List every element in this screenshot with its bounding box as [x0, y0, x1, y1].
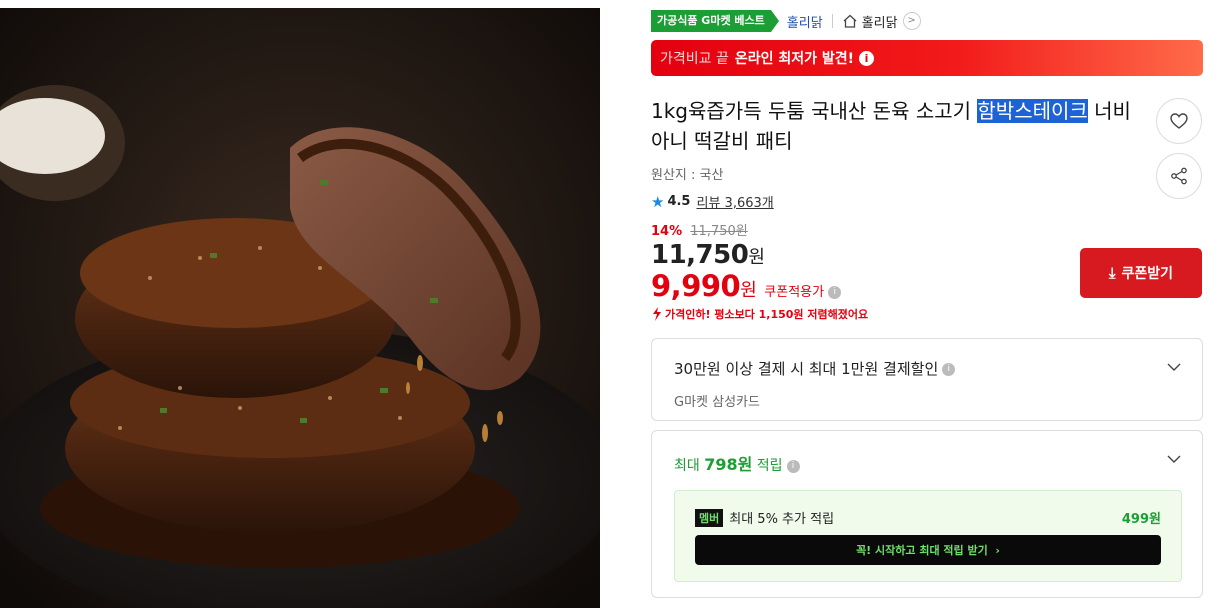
share-icon: [1171, 167, 1187, 185]
info-icon[interactable]: i: [828, 286, 842, 299]
chevron-right-icon[interactable]: >: [902, 12, 921, 30]
share-button[interactable]: [1156, 153, 1202, 199]
points-title: 최대 798원 적립 i: [674, 451, 1180, 475]
shop-link[interactable]: 홀리닭: [862, 12, 898, 31]
review-link[interactable]: 리뷰 3,663개: [696, 192, 773, 211]
promo-headline: 온라인 최저가 발견!: [734, 51, 855, 67]
coupon-note-text: 쿠폰적용가: [764, 285, 825, 300]
coupon-download-button[interactable]: ⤓ 쿠폰받기: [1080, 248, 1202, 298]
product-page: 가공식품 G마켓 베스트 홀리닭 홀리닭 > 가격비교 끝 온라인 최저가 발견…: [0, 0, 1223, 613]
member-points: 499원: [1121, 512, 1161, 527]
home-icon: [843, 14, 857, 28]
review-count: 3,663개: [724, 196, 774, 211]
star-icon: ★: [651, 192, 665, 211]
review-label: 리뷰: [696, 196, 721, 211]
rating-row: ★ 4.5 리뷰 3,663개: [651, 192, 1203, 212]
payment-discount-card[interactable]: 30만원 이상 결제 시 최대 1만원 결제할인 i G마켓 삼성카드: [651, 338, 1203, 421]
points-suffix: 적립: [752, 458, 783, 474]
price-value: 11,750: [651, 240, 749, 270]
member-benefit-text: 최대 5% 추가 적립: [729, 512, 835, 527]
wishlist-button[interactable]: [1156, 98, 1202, 144]
brand-link[interactable]: 홀리닭: [787, 12, 823, 31]
payment-discount-text: 30만원 이상 결제 시 최대 1만원 결제할인: [674, 360, 939, 378]
download-icon: ⤓: [1108, 264, 1116, 282]
chevron-down-icon[interactable]: [1166, 451, 1182, 467]
member-join-button[interactable]: 꼭! 시작하고 최대 적립 받기 ›: [695, 535, 1161, 565]
points-amount: 798원: [704, 455, 753, 474]
info-icon[interactable]: i: [942, 363, 956, 376]
member-benefit-box: 멤버 최대 5% 추가 적립 499원 꼭! 시작하고 최대 적립 받기 ›: [674, 490, 1182, 582]
price-drop-note: 가격인하! 평소보다 1,150원 저렴해졌어요: [651, 306, 1203, 322]
info-icon[interactable]: i: [859, 50, 875, 66]
member-cta-label: 꼭! 시작하고 최대 적립 받기: [856, 544, 988, 557]
heart-icon: [1170, 113, 1188, 129]
points-card: 최대 798원 적립 i 멤버 최대 5% 추가 적립 499원 꼭! 시작하고 …: [651, 430, 1203, 598]
member-badge: 멤버: [695, 508, 724, 527]
member-benefit-line: 멤버 최대 5% 추가 적립: [695, 508, 834, 527]
product-title: 1kg육즙가득 두툼 국내산 돈육 소고기 함박스테이크 너비아니 떡갈비 패티: [651, 96, 1131, 156]
title-highlight: 함박스테이크: [977, 99, 1088, 123]
discount-row: 14% 11,750원: [651, 220, 1203, 239]
sale-price: 9,990원: [651, 269, 757, 303]
chevron-right-icon: ›: [995, 543, 1000, 557]
hamburg-steak-illustration: [0, 8, 600, 608]
product-image[interactable]: [0, 8, 600, 608]
price-unit: 원: [748, 247, 765, 268]
price-drop-text: 가격인하! 평소보다 1,150원 저렴해졌어요: [665, 308, 869, 321]
promo-label: 가격비교 끝: [660, 51, 729, 67]
discount-rate: 14%: [651, 224, 683, 239]
origin-text: 원산지 : 국산: [651, 168, 724, 183]
arrow-down-icon: [653, 307, 661, 321]
best-seller-badge[interactable]: 가공식품 G마켓 베스트: [651, 10, 779, 32]
chevron-down-icon[interactable]: [1166, 359, 1182, 375]
info-icon[interactable]: i: [786, 459, 800, 473]
payment-card-name: G마켓 삼성카드: [674, 395, 760, 410]
coupon-price-note: 쿠폰적용가 i: [764, 281, 842, 300]
product-info: 가공식품 G마켓 베스트 홀리닭 홀리닭 > 가격비교 끝 온라인 최저가 발견…: [651, 8, 1203, 598]
divider: [831, 14, 833, 28]
coupon-button-label: 쿠폰받기: [1121, 266, 1174, 282]
rating-score: 4.5: [667, 194, 691, 209]
sale-price-value: 9,990: [651, 269, 741, 303]
points-prefix: 최대: [674, 458, 705, 474]
lowest-price-banner[interactable]: 가격비교 끝 온라인 최저가 발견! i: [651, 40, 1203, 76]
title-text: 1kg육즙가득 두툼 국내산 돈육 소고기: [651, 99, 978, 123]
sale-price-unit: 원: [740, 280, 757, 301]
badge-row: 가공식품 G마켓 베스트 홀리닭 홀리닭 >: [651, 8, 1203, 34]
payment-discount-title: 30만원 이상 결제 시 최대 1만원 결제할인 i: [674, 358, 1180, 379]
list-price: 11,750원: [690, 224, 748, 239]
